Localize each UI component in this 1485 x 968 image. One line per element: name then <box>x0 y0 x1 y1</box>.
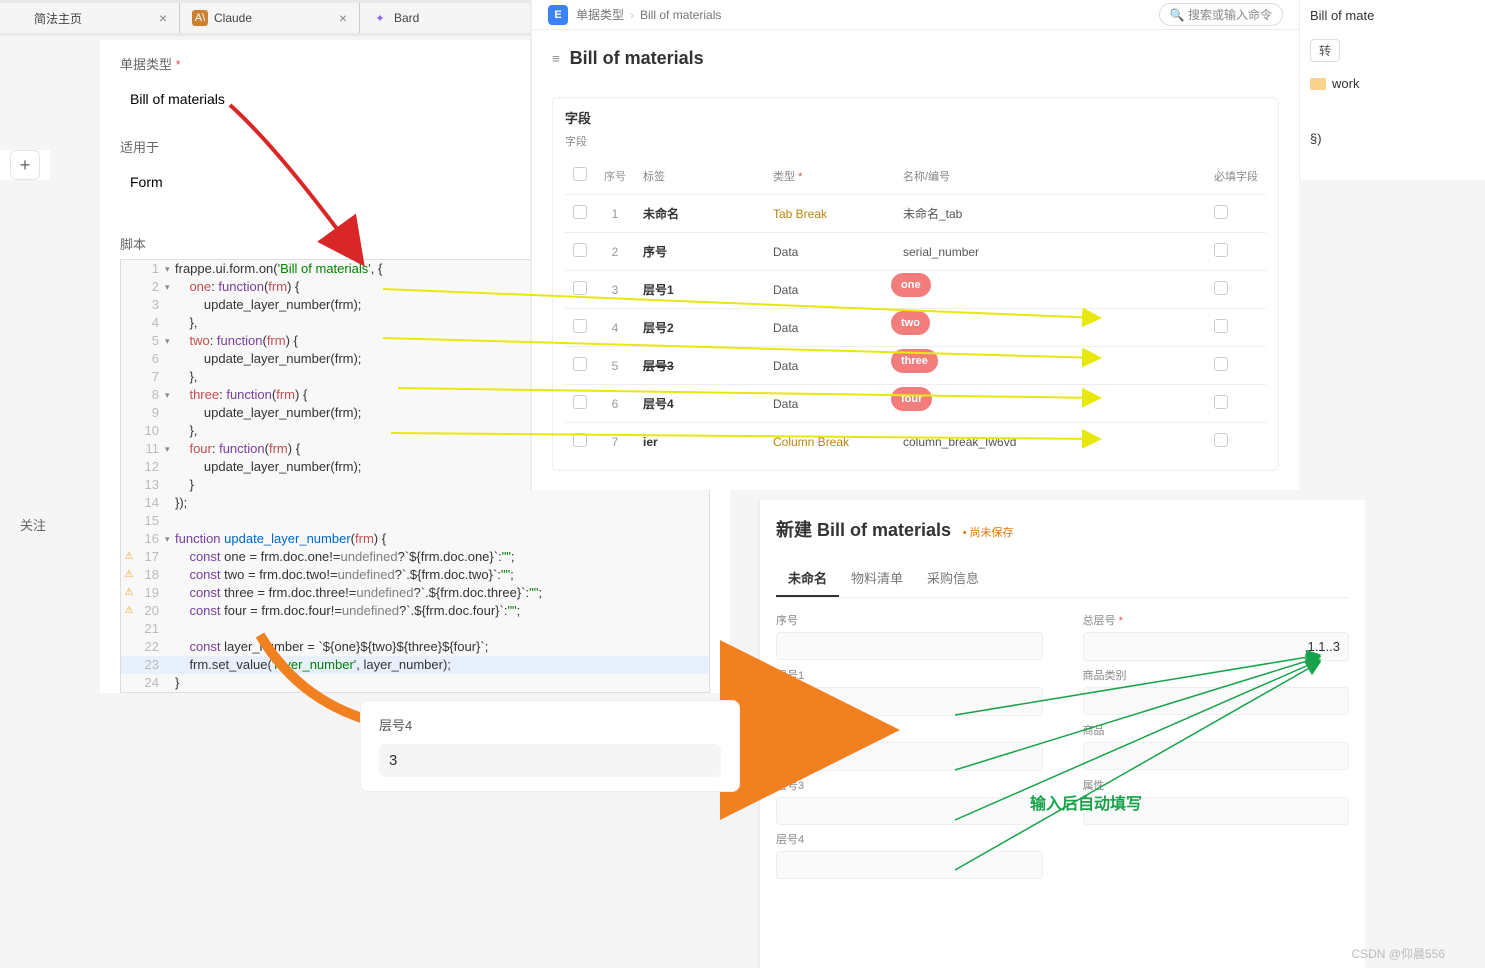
row-checkbox[interactable] <box>573 395 587 409</box>
mand-checkbox[interactable] <box>1214 319 1228 333</box>
code-line[interactable]: ⚠20 const four = frm.doc.four!=undefined… <box>121 602 709 620</box>
tab-material[interactable]: 物料清单 <box>839 560 915 597</box>
code-line[interactable]: 24} <box>121 674 709 692</box>
row-checkbox[interactable] <box>573 205 587 219</box>
form-field[interactable]: 序号 <box>776 612 1043 661</box>
col-idx: 序号 <box>595 157 635 195</box>
code-line[interactable]: ⚠19 const three = frm.doc.three!=undefin… <box>121 584 709 602</box>
watermark: CSDN @仰晨556 <box>1351 945 1445 962</box>
col-type: 类型 * <box>765 157 895 195</box>
row-checkbox[interactable] <box>573 243 587 257</box>
tab-title: 简法主页 <box>34 10 159 27</box>
aux-paren: §) <box>1300 123 1485 154</box>
layer4-value: 3 <box>379 744 721 777</box>
col-name: 名称/编号 <box>895 157 1206 195</box>
mand-checkbox[interactable] <box>1214 243 1228 257</box>
code-line[interactable]: 14}); <box>121 494 709 512</box>
menu-icon[interactable]: ≡ <box>552 51 560 66</box>
form-field[interactable]: 商品类别 <box>1083 667 1350 716</box>
follow-label[interactable]: 关注 <box>20 515 46 534</box>
checkbox-all[interactable] <box>573 167 587 181</box>
mand-checkbox[interactable] <box>1214 395 1228 409</box>
add-button[interactable]: + <box>10 150 40 180</box>
page-title: Bill of materials <box>570 48 704 69</box>
folder-item[interactable]: work <box>1300 70 1485 97</box>
form-field[interactable]: 商品 <box>1083 722 1350 771</box>
tab-favicon: A\ <box>192 10 208 26</box>
tab-purchase[interactable]: 采购信息 <box>915 560 991 597</box>
code-line[interactable]: ⚠17 const one = frm.doc.one!=undefined?`… <box>121 548 709 566</box>
row-checkbox[interactable] <box>573 357 587 371</box>
close-icon[interactable]: × <box>339 10 347 26</box>
tab-favicon <box>12 10 28 26</box>
auto-fill-label: 输入后自动填写 <box>1030 790 1142 814</box>
layer4-label: 层号4 <box>379 715 721 734</box>
layer4-card: 层号4 3 <box>360 700 740 792</box>
close-icon[interactable]: × <box>159 10 167 26</box>
field-badge: one <box>891 273 931 297</box>
tab-title: Bard <box>394 11 527 25</box>
new-doc-panel: 新建 Bill of materials 尚未保存 未命名 物料清单 采购信息 … <box>758 500 1365 968</box>
code-line[interactable]: 21 <box>121 620 709 638</box>
aux-panel: Bill of mate 转 work §) <box>1299 0 1485 180</box>
aux-title: Bill of mate <box>1300 0 1485 31</box>
table-row[interactable]: 3 层号1 Data one <box>565 271 1266 309</box>
table-row[interactable]: 7 ier Column Break column_break_Iw6vd <box>565 423 1266 461</box>
field-badge: two <box>891 311 930 335</box>
fields-header: 字段 <box>565 108 1266 127</box>
table-row[interactable]: 5 层号3 Data three <box>565 347 1266 385</box>
mand-checkbox[interactable] <box>1214 433 1228 447</box>
search-input[interactable]: 🔍 搜索或输入命令 <box>1159 3 1283 26</box>
browser-tab-3[interactable]: ✦ Bard <box>360 3 540 33</box>
form-field[interactable]: 层号21 <box>776 722 1043 771</box>
form-field[interactable] <box>1083 831 1350 879</box>
unsaved-badge: 尚未保存 <box>963 527 1014 539</box>
table-row[interactable]: 6 层号4 Data four <box>565 385 1266 423</box>
mand-checkbox[interactable] <box>1214 357 1228 371</box>
col-label: 标签 <box>635 157 765 195</box>
browser-tab-1[interactable]: 简法主页× <box>0 3 180 33</box>
code-line[interactable]: ⚠18 const two = frm.doc.two!=undefined?`… <box>121 566 709 584</box>
code-line[interactable]: 23 frm.set_value('layer_number', layer_n… <box>121 656 709 674</box>
form-field[interactable]: 层号3 <box>776 777 1043 825</box>
mand-checkbox[interactable] <box>1214 281 1228 295</box>
fields-table: 序号 标签 类型 * 名称/编号 必填字段 1 未命名 Tab Break 未命… <box>565 157 1266 460</box>
fields-section: 字段 字段 序号 标签 类型 * 名称/编号 必填字段 1 未命名 Tab Br… <box>552 97 1279 471</box>
fields-sub: 字段 <box>565 133 1266 149</box>
table-row[interactable]: 1 未命名 Tab Break 未命名_tab <box>565 195 1266 233</box>
table-row[interactable]: 4 层号2 Data two <box>565 309 1266 347</box>
tab-title: Claude <box>214 11 339 25</box>
code-line[interactable]: 22 const layer_number = `${one}${two}${t… <box>121 638 709 656</box>
doctype-panel: E 单据类型›Bill of materials 🔍 搜索或输入命令 ≡ Bil… <box>530 0 1299 490</box>
breadcrumb[interactable]: 单据类型›Bill of materials <box>576 6 721 23</box>
col-mand: 必填字段 <box>1206 157 1266 195</box>
form-field[interactable]: 总层号 *1.1..3 <box>1083 612 1350 661</box>
row-checkbox[interactable] <box>573 281 587 295</box>
field-badge: four <box>891 387 932 411</box>
row-checkbox[interactable] <box>573 319 587 333</box>
row-checkbox[interactable] <box>573 433 587 447</box>
left-gutter: + <box>0 150 50 180</box>
folder-icon <box>1310 78 1326 90</box>
tab-favicon: ✦ <box>372 10 388 26</box>
table-row[interactable]: 2 序号 Data serial_number <box>565 233 1266 271</box>
code-line[interactable]: 16▾function update_layer_number(frm) { <box>121 530 709 548</box>
field-badge: three <box>891 349 938 373</box>
form-field[interactable]: 层号4 <box>776 831 1043 879</box>
browser-tab-2[interactable]: A\ Claude× <box>180 3 360 33</box>
form-tabs: 未命名 物料清单 采购信息 <box>776 560 1349 598</box>
aux-button[interactable]: 转 <box>1310 39 1340 62</box>
mand-checkbox[interactable] <box>1214 205 1228 219</box>
code-line[interactable]: 15 <box>121 512 709 530</box>
app-logo[interactable]: E <box>548 5 568 25</box>
tab-unnamed[interactable]: 未命名 <box>776 560 839 597</box>
form-field[interactable]: 层号11 <box>776 667 1043 716</box>
new-doc-title: 新建 Bill of materials <box>776 520 951 540</box>
